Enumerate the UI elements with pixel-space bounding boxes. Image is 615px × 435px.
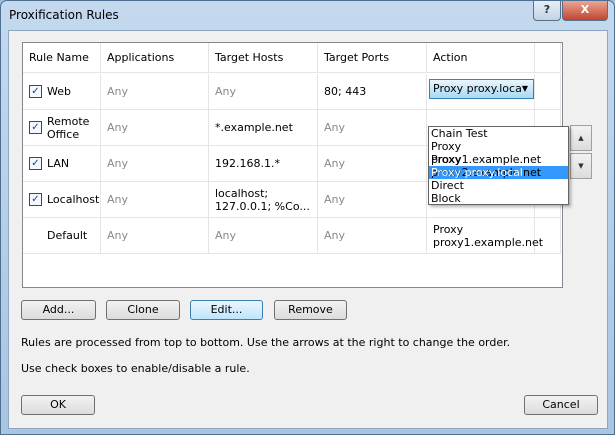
cell-rule-name: ✓ Localhost — [23, 182, 101, 217]
add-button[interactable]: Add... — [21, 300, 96, 320]
header-filler — [535, 43, 561, 72]
cell-target-ports: Any — [318, 110, 427, 145]
help-button[interactable]: ? — [533, 1, 561, 21]
rule-name: LAN — [47, 157, 70, 170]
dialog-window: Proxification Rules ? X Rule Name Applic… — [0, 0, 615, 435]
cell-rule-name: ✓ LAN — [23, 146, 101, 181]
cell-target-hosts: 192.168.1.* — [209, 146, 318, 181]
enable-checkbox[interactable]: ✓ — [29, 157, 42, 170]
dropdown-option[interactable]: Direct — [429, 179, 568, 192]
cell-rule-name: Default — [23, 218, 101, 253]
cancel-button[interactable]: Cancel — [524, 395, 598, 415]
ok-button[interactable]: OK — [21, 395, 95, 415]
cell-rule-name: ✓ Web — [23, 74, 101, 109]
cell-target-hosts: *.example.net — [209, 110, 318, 145]
cell-target-hosts: localhost; 127.0.0.1; %Co... — [209, 182, 318, 217]
close-button[interactable]: X — [562, 1, 608, 21]
enable-checkbox[interactable]: ✓ — [29, 193, 42, 206]
cell-target-ports: 80; 443 — [318, 74, 427, 109]
edit-button[interactable]: Edit... — [190, 300, 263, 320]
cell-target-ports: Any — [318, 218, 427, 253]
chevron-down-icon: ▼ — [521, 84, 528, 93]
dropdown-option[interactable]: Block — [429, 192, 568, 205]
cell-filler — [535, 74, 561, 109]
dropdown-option[interactable]: Proxy proxy1.example.net — [429, 140, 568, 166]
cell-applications: Any — [101, 74, 209, 109]
cell-target-ports: Any — [318, 182, 427, 217]
cell-applications: Any — [101, 218, 209, 253]
action-dropdown-list: Chain Test Proxy proxy1.example.net Proxy … — [428, 126, 569, 205]
rule-name: Default — [47, 229, 88, 242]
dropdown-option[interactable]: Proxy proxy.local — [429, 166, 568, 179]
action-dropdown[interactable]: Proxy proxy.loca ▼ — [429, 79, 534, 99]
cell-rule-name: ✓ Remote Office — [23, 110, 101, 145]
cell-target-hosts: Any — [209, 74, 318, 109]
rule-name: Remote Office — [47, 114, 90, 141]
dropdown-option[interactable]: Chain Test — [429, 127, 568, 140]
rule-name: Web — [47, 85, 71, 98]
cell-filler — [535, 218, 561, 253]
header-target-hosts[interactable]: Target Hosts — [209, 43, 318, 72]
cell-applications: Any — [101, 110, 209, 145]
clone-button[interactable]: Clone — [106, 300, 180, 320]
table-row[interactable]: Default Any Any Any Proxy proxy1.example… — [23, 218, 561, 254]
info-order-text: Rules are processed from top to bottom. … — [21, 336, 511, 349]
info-checkbox-text: Use check boxes to enable/disable a rule… — [21, 362, 250, 375]
header-rule-name[interactable]: Rule Name — [23, 43, 101, 72]
cell-applications: Any — [101, 146, 209, 181]
cell-target-hosts: Any — [209, 218, 318, 253]
table-header: Rule Name Applications Target Hosts Targ… — [23, 43, 561, 73]
header-applications[interactable]: Applications — [101, 43, 209, 72]
action-dropdown-value: Proxy proxy.loca — [433, 82, 522, 95]
cell-applications: Any — [101, 182, 209, 217]
cell-action[interactable]: Proxy proxy1.example.net — [427, 218, 543, 253]
header-target-ports[interactable]: Target Ports — [318, 43, 427, 72]
window-title: Proxification Rules — [9, 8, 119, 22]
rule-name: Localhost — [47, 193, 100, 206]
dialog-body: Rule Name Applications Target Hosts Targ… — [8, 30, 608, 429]
move-down-button[interactable]: ▼ — [570, 153, 592, 179]
move-up-button[interactable]: ▲ — [570, 125, 592, 151]
header-action[interactable]: Action — [427, 43, 535, 72]
remove-button[interactable]: Remove — [274, 300, 347, 320]
enable-checkbox[interactable]: ✓ — [29, 85, 42, 98]
enable-checkbox[interactable]: ✓ — [29, 121, 42, 134]
cell-target-ports: Any — [318, 146, 427, 181]
